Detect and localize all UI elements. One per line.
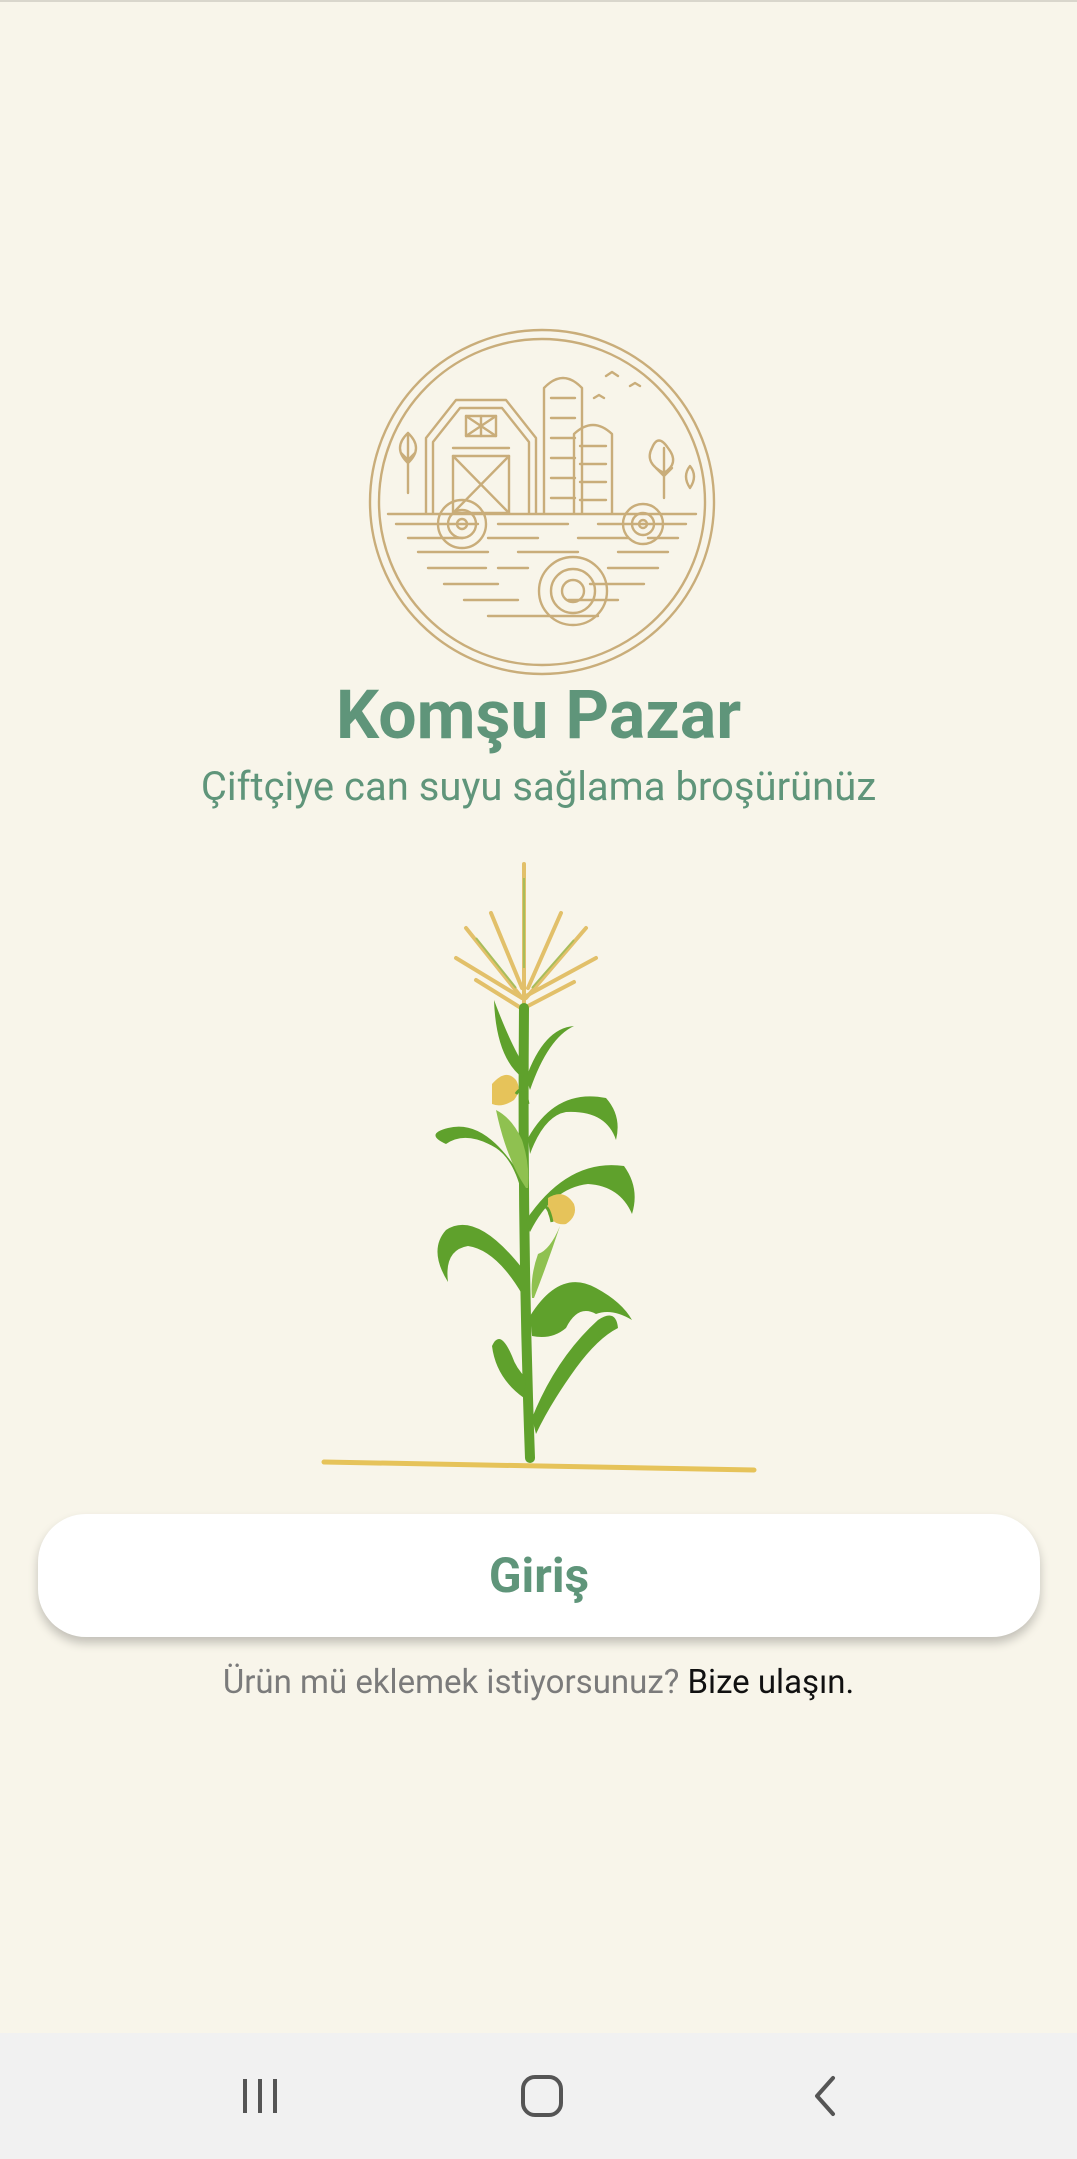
contact-question: Ürün mü eklemek istiyorsunuz?	[222, 1663, 680, 1702]
system-navigation-bar	[0, 2033, 1077, 2159]
login-button[interactable]: Giriş	[38, 1514, 1040, 1637]
back-button[interactable]	[754, 2033, 894, 2159]
contact-link[interactable]: Bize ulaşın.	[687, 1663, 854, 1702]
app-title: Komşu Pazar	[335, 675, 742, 755]
contact-line: Ürün mü eklemek istiyorsunuz? Bize ulaşı…	[0, 1660, 1077, 1706]
back-icon	[815, 2076, 835, 2116]
app-subtitle: Çiftçiye can suyu sağlama broşürünüz	[200, 763, 877, 810]
login-button-label: Giriş	[488, 1547, 590, 1604]
farm-logo-icon	[368, 328, 716, 676]
home-icon	[521, 2075, 563, 2117]
recents-button[interactable]	[190, 2033, 330, 2159]
top-divider	[0, 0, 1077, 2]
recents-icon	[243, 2079, 277, 2113]
home-button[interactable]	[472, 2033, 612, 2159]
corn-plant-icon	[321, 862, 757, 1473]
